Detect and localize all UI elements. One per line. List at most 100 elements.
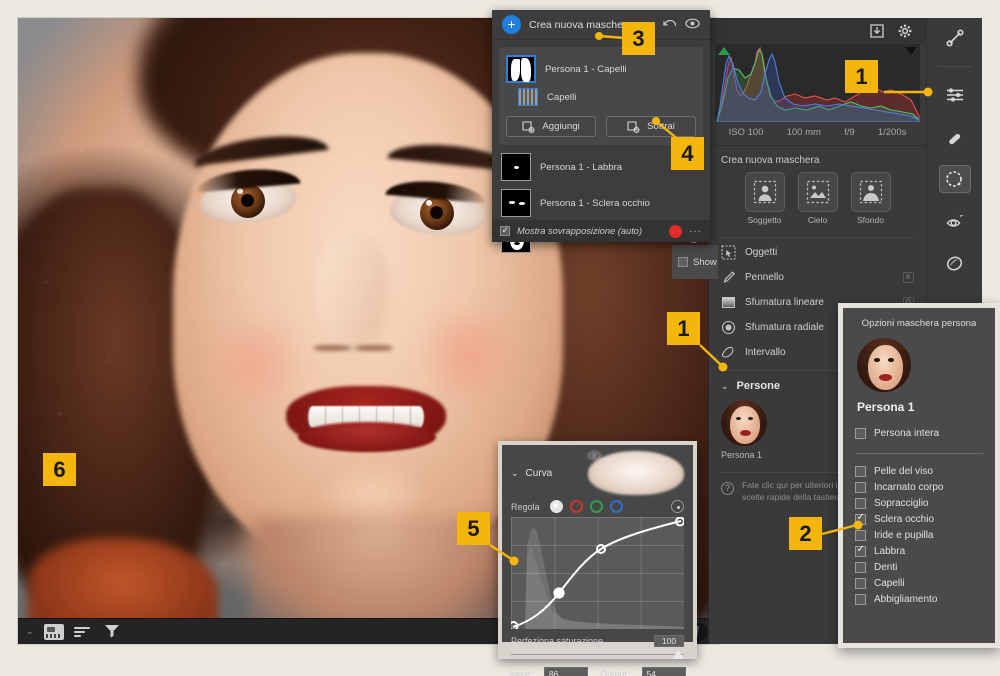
person-dialog-name: Persona 1 [857,400,915,414]
export-icon[interactable] [870,24,884,38]
shadow-clipping-icon[interactable] [718,47,730,55]
mask-tool-oggetti-label: Oggetti [745,247,778,258]
aggiungi-label: Aggiungi [542,121,580,132]
filmstrip-chevron-icon[interactable]: ⌄ [26,626,34,637]
gear-icon[interactable] [898,24,912,38]
radial-blur-icon[interactable] [939,249,971,277]
mask-component-row[interactable]: Capelli [506,85,696,109]
mask-tile-sfondo-label: Sfondo [857,215,884,225]
checkbox-abbigliamento[interactable]: Abbigliamento [855,594,983,605]
nose [318,233,388,353]
chevron-down-icon[interactable]: ⌄ [511,468,519,479]
mask-tile-soggetto[interactable]: Soggetto [744,172,785,225]
iride-e-pupilla-box[interactable] [855,530,866,541]
callout-badge-2: 2 [789,517,822,550]
eye-icon[interactable] [685,18,700,32]
mask-row-sclera[interactable]: Persona 1 - Sclera occhio [499,185,703,221]
exif-shutter: 1/200s [877,127,907,138]
labbra-box[interactable] [855,544,866,557]
chevron-down-icon[interactable]: ⌄ [721,381,729,392]
highlight-clipping-icon[interactable] [905,47,917,55]
checkbox-labbra[interactable]: Labbra [855,544,983,557]
healing-brush-icon[interactable] [939,123,971,151]
sclera-shape-right [519,202,525,205]
curve-channel-green[interactable] [589,500,603,513]
help-icon[interactable]: ? [721,482,734,495]
mask-group-row[interactable]: Persona 1 - Capelli [506,53,696,85]
curve-channel-blue[interactable] [609,500,623,513]
add-mask-icon [522,120,535,133]
show-overlay-checkbox[interactable] [500,225,510,236]
create-mask-title: Crea nuova maschera [721,155,820,166]
mask-tile-cielo-label: Cielo [807,215,828,225]
dialog-divider [855,453,983,454]
shortcut-pennello: K [903,272,914,283]
checkbox-pelle-del-viso[interactable]: Pelle del viso [855,466,983,477]
slider-knob[interactable] [672,650,684,659]
target-adjust-icon[interactable] [671,500,684,513]
sottrai-button[interactable]: Sottrai [606,116,696,137]
edit-sliders-icon[interactable] [939,81,971,109]
hair-mask-thumbnail[interactable] [506,55,536,83]
capelli-box[interactable] [855,578,866,589]
curve-slider-track[interactable] [511,650,684,660]
curve-channel-selector[interactable]: Regola [502,497,693,517]
incarnato-corpo-box[interactable] [855,482,866,493]
checkbox-sclera-occhio[interactable]: Sclera occhio [855,512,983,525]
dialog-avatar-face [868,345,903,390]
curve-input-field[interactable]: 86 [544,667,588,676]
checkbox-incarnato-corpo[interactable]: Incarnato corpo [855,482,983,493]
hair-component-thumbnail[interactable] [518,88,538,106]
pelle-del-viso-box[interactable] [855,466,866,477]
checkbox-sopracciglio[interactable]: Sopracciglio [855,498,983,509]
overlay-color-swatch[interactable] [669,224,682,238]
sclera-occhio-box[interactable] [855,512,866,525]
dialog-avatar-eye-right [888,358,894,362]
sopracciglio-box[interactable] [855,498,866,509]
denti-label: Denti [874,562,898,573]
subject-icon [744,172,785,212]
add-mask-icon[interactable]: + [502,15,521,34]
filter-icon[interactable] [104,624,124,640]
mask-row-sclera-label: Persona 1 - Sclera occhio [540,197,650,209]
curve-graph[interactable] [511,517,684,629]
curve-slider[interactable]: Perfeziona saturazione 100 [511,635,684,660]
filmstrip-icon[interactable] [43,623,64,640]
labbra-label: Labbra [874,546,906,557]
capelli-label: Capelli [874,578,905,589]
eye-sclera-mask-thumbnail[interactable] [501,189,531,217]
checkbox-persona-intera[interactable]: Persona intera [855,428,983,439]
show-checkbox[interactable] [678,257,688,267]
checkbox-capelli[interactable]: Capelli [855,578,983,589]
red-eye-icon[interactable] [939,207,971,235]
curve-output-field[interactable]: 54 [641,667,686,676]
persona-1-cell[interactable]: Persona 1 [709,398,783,468]
aggiungi-button[interactable]: Aggiungi [506,116,596,137]
mask-tile-sfondo[interactable]: Sfondo [850,172,891,225]
crop-icon[interactable] [939,24,971,52]
abbigliamento-box[interactable] [855,594,866,605]
checkbox-iride-e-pupilla[interactable]: Iride e pupilla [855,530,983,541]
histogram[interactable] [715,44,920,122]
curve-control-points[interactable] [511,517,684,629]
curve-panel-header[interactable]: ⌄ Curva [502,445,693,497]
persona-intera-box[interactable] [855,428,866,439]
curve-slider-value[interactable]: 100 [654,635,684,647]
denti-box[interactable] [855,562,866,573]
sort-icon[interactable] [73,624,94,640]
masking-icon[interactable] [938,165,971,193]
mask-tool-pennello[interactable]: Pennello K [709,265,926,290]
checkbox-denti[interactable]: Denti [855,562,983,573]
brush-icon [723,271,735,283]
curve-eye-icon[interactable] [588,451,684,495]
overlay-menu-icon[interactable]: ··· [689,226,702,237]
persona-1-avatar[interactable] [721,400,767,446]
curve-panel-title: Curva [525,467,553,479]
mask-tile-cielo[interactable]: Cielo [797,172,838,225]
curve-channel-rgb[interactable] [549,500,563,513]
undo-icon[interactable] [663,18,677,32]
lips-mask-thumbnail[interactable] [501,153,531,181]
mask-tool-oggetti[interactable]: Oggetti [709,240,926,265]
curve-channel-red[interactable] [569,500,583,513]
mask-panel-header[interactable]: + Crea nuova maschera [492,10,710,40]
